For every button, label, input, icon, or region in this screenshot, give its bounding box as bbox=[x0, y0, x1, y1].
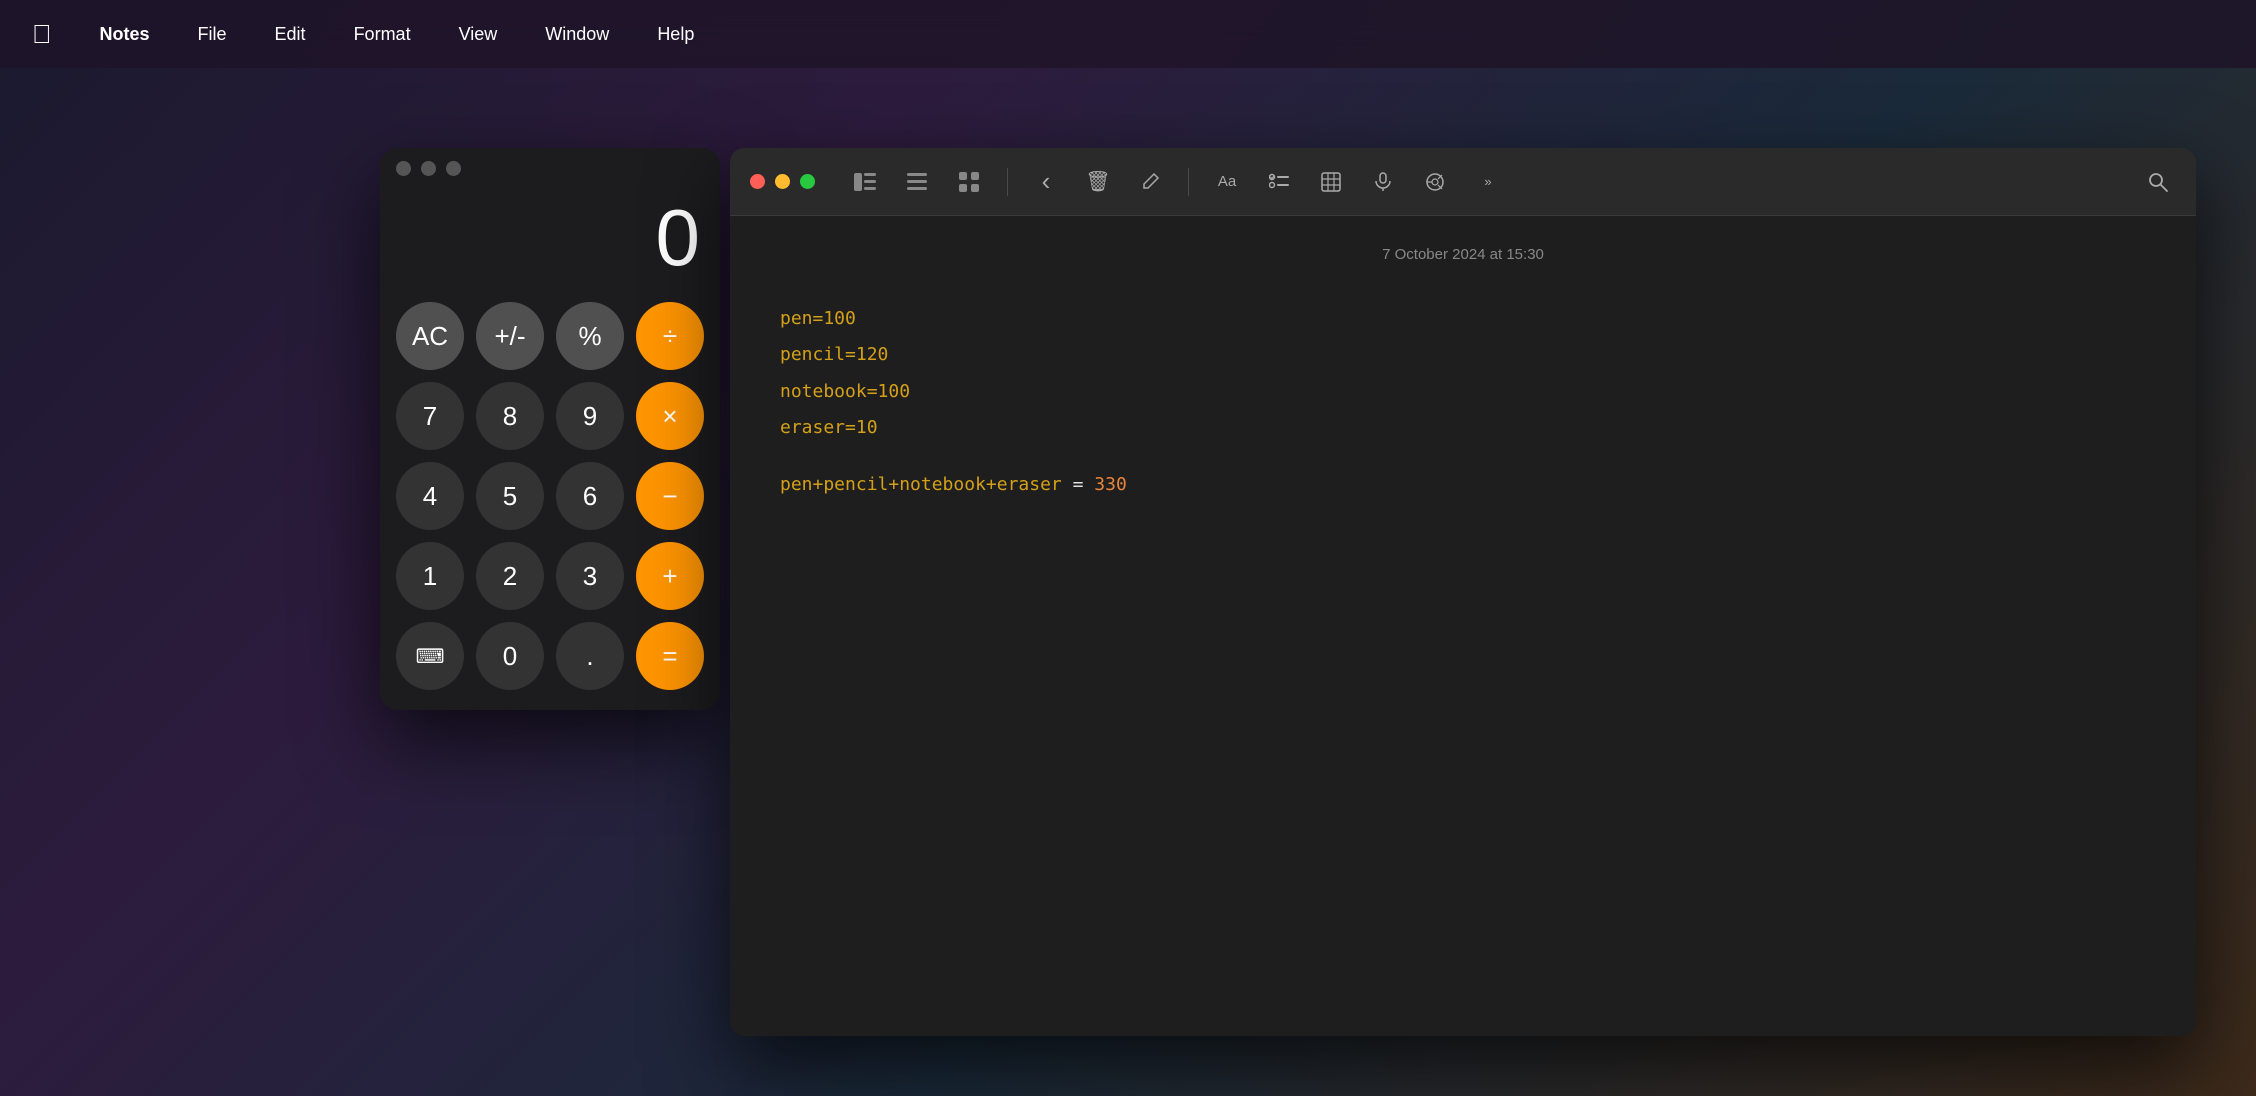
audio-icon[interactable] bbox=[1365, 164, 1401, 200]
calc-btn-equals[interactable]: = bbox=[636, 622, 704, 690]
calc-btn-ac[interactable]: AC bbox=[396, 302, 464, 370]
calc-btn-9[interactable]: 9 bbox=[556, 382, 624, 450]
calculator-display: 0 bbox=[380, 188, 720, 294]
toolbar-separator-1 bbox=[1007, 168, 1008, 196]
apple-menu[interactable]:  bbox=[24, 15, 60, 54]
calc-btn-sign[interactable]: +/- bbox=[476, 302, 544, 370]
menu-file[interactable]: File bbox=[190, 20, 235, 49]
menubar:  Notes File Edit Format View Window Hel… bbox=[0, 0, 2256, 68]
calc-btn-2[interactable]: 2 bbox=[476, 542, 544, 610]
calc-btn-7[interactable]: 7 bbox=[396, 382, 464, 450]
menu-notes[interactable]: Notes bbox=[92, 20, 158, 49]
calc-btn-1[interactable]: 1 bbox=[396, 542, 464, 610]
notes-toolbar: ‹ 🗑 Aa bbox=[730, 148, 2196, 216]
calc-btn-3[interactable]: 3 bbox=[556, 542, 624, 610]
notes-line-1: pen=100 bbox=[780, 303, 2146, 335]
notes-body: pen=100 pencil=120 notebook=100 eraser=1… bbox=[780, 303, 2146, 501]
toolbar-separator-2 bbox=[1188, 168, 1189, 196]
desktop: 0 AC +/- % ÷ 7 8 9 × 4 5 6 − 1 2 3 + ⌨ 0… bbox=[0, 68, 2256, 1096]
table-icon[interactable] bbox=[1313, 164, 1349, 200]
notes-window: ‹ 🗑 Aa bbox=[730, 148, 2196, 1036]
formula-left: pen+pencil+notebook+eraser bbox=[780, 474, 1062, 495]
back-icon[interactable]: ‹ bbox=[1028, 164, 1064, 200]
calculator-titlebar bbox=[380, 148, 720, 188]
notes-traffic-lights bbox=[750, 174, 815, 189]
notes-date: 7 October 2024 at 15:30 bbox=[780, 246, 2146, 263]
checklist-icon[interactable] bbox=[1261, 164, 1297, 200]
formula-equals: = bbox=[1062, 474, 1095, 495]
calc-btn-add[interactable]: + bbox=[636, 542, 704, 610]
notes-line-4: eraser=10 bbox=[780, 412, 2146, 444]
calc-btn-4[interactable]: 4 bbox=[396, 462, 464, 530]
notes-minimize-button[interactable] bbox=[775, 174, 790, 189]
calculator-keypad: AC +/- % ÷ 7 8 9 × 4 5 6 − 1 2 3 + ⌨ 0 .… bbox=[380, 294, 720, 710]
share-icon[interactable] bbox=[1417, 164, 1453, 200]
calc-btn-percent[interactable]: % bbox=[556, 302, 624, 370]
notes-maximize-button[interactable] bbox=[800, 174, 815, 189]
menu-view[interactable]: View bbox=[451, 20, 506, 49]
menu-window[interactable]: Window bbox=[537, 20, 617, 49]
menu-format[interactable]: Format bbox=[346, 20, 419, 49]
calc-btn-0[interactable]: 0 bbox=[476, 622, 544, 690]
calculator-value: 0 bbox=[656, 193, 701, 282]
menu-edit[interactable]: Edit bbox=[267, 20, 314, 49]
calc-btn-decimal[interactable]: . bbox=[556, 622, 624, 690]
notes-line-2: pencil=120 bbox=[780, 339, 2146, 371]
notes-line-3: notebook=100 bbox=[780, 376, 2146, 408]
notes-formula: pen+pencil+notebook+eraser = 330 bbox=[780, 469, 2146, 501]
calc-close-button[interactable] bbox=[396, 161, 411, 176]
calculator-window: 0 AC +/- % ÷ 7 8 9 × 4 5 6 − 1 2 3 + ⌨ 0… bbox=[380, 148, 720, 710]
font-size-icon[interactable]: Aa bbox=[1209, 164, 1245, 200]
sidebar-toggle-icon[interactable] bbox=[847, 164, 883, 200]
calc-btn-keyboard[interactable]: ⌨ bbox=[396, 622, 464, 690]
notes-close-button[interactable] bbox=[750, 174, 765, 189]
calc-btn-5[interactable]: 5 bbox=[476, 462, 544, 530]
calc-btn-divide[interactable]: ÷ bbox=[636, 302, 704, 370]
calc-maximize-button[interactable] bbox=[446, 161, 461, 176]
calc-btn-6[interactable]: 6 bbox=[556, 462, 624, 530]
calc-btn-8[interactable]: 8 bbox=[476, 382, 544, 450]
list-view-icon[interactable] bbox=[899, 164, 935, 200]
search-icon[interactable] bbox=[2140, 164, 2176, 200]
calc-btn-multiply[interactable]: × bbox=[636, 382, 704, 450]
calc-minimize-button[interactable] bbox=[421, 161, 436, 176]
menu-help[interactable]: Help bbox=[649, 20, 702, 49]
formula-result: 330 bbox=[1094, 474, 1127, 495]
delete-icon[interactable]: 🗑 bbox=[1080, 164, 1116, 200]
more-icon[interactable]: » bbox=[1469, 164, 1505, 200]
calc-btn-subtract[interactable]: − bbox=[636, 462, 704, 530]
notes-content[interactable]: 7 October 2024 at 15:30 pen=100 pencil=1… bbox=[730, 216, 2196, 1036]
compose-icon[interactable] bbox=[1132, 164, 1168, 200]
grid-view-icon[interactable] bbox=[951, 164, 987, 200]
